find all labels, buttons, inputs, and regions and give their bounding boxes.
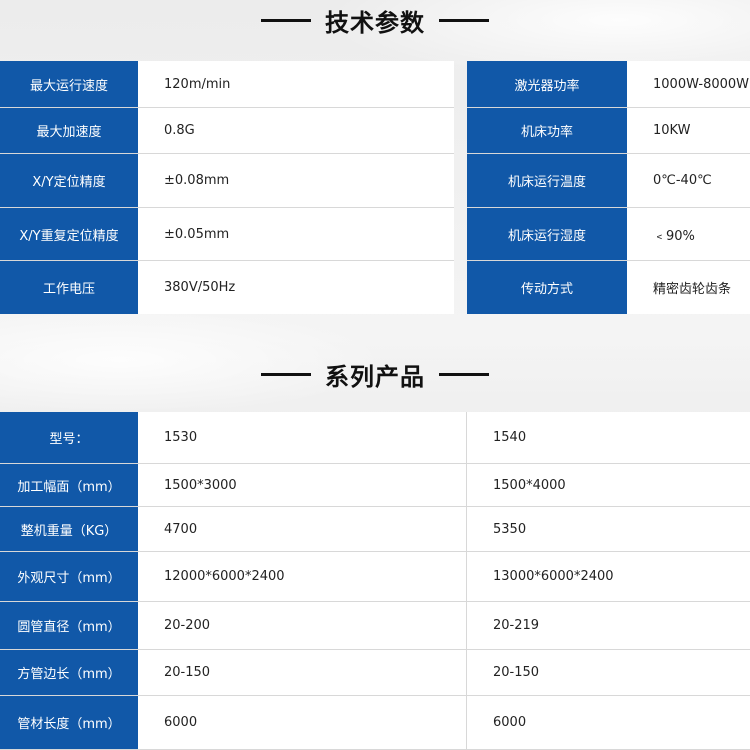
table-cell: 20-219 — [493, 618, 540, 633]
series-title: 系列产品 — [325, 362, 425, 391]
row-label: 整机重量（KG） — [0, 507, 138, 551]
spec-label: 最大加速度 — [0, 108, 138, 153]
title-rule-right — [439, 18, 489, 22]
spec-value: 0.8G — [164, 123, 195, 138]
table-row: 管材长度（mm） 6000 6000 — [0, 696, 750, 750]
spec-row: X/Y重复定位精度 ±0.05mm — [0, 208, 454, 261]
spec-label: 最大运行速度 — [0, 61, 138, 107]
table-cell: 5350 — [493, 521, 527, 537]
spec-row: X/Y定位精度 ±0.08mm — [0, 154, 454, 208]
spec-label: X/Y重复定位精度 — [0, 208, 138, 260]
series-table: 型号： 1530 1540 加工幅面（mm） 1500*3000 1500*40… — [0, 412, 750, 750]
spec-row: 最大运行速度 120m/min — [0, 61, 454, 108]
section-title-series: 系列产品 — [0, 354, 750, 394]
spec-row: 传动方式 精密齿轮齿条 — [467, 261, 750, 314]
spec-row: 机床运行温度 0℃-40℃ — [467, 154, 750, 208]
spec-value: 0℃-40℃ — [653, 173, 712, 188]
row-label: 外观尺寸（mm） — [0, 552, 138, 601]
spec-value: 精密齿轮齿条 — [653, 282, 732, 297]
spec-row: 最大加速度 0.8G — [0, 108, 454, 154]
table-cell: 20-150 — [493, 665, 540, 680]
table-row: 圆管直径（mm） 20-200 20-219 — [0, 602, 750, 650]
spec-row: 激光器功率 1000W-8000W — [467, 61, 750, 108]
table-row: 加工幅面（mm） 1500*3000 1500*4000 — [0, 464, 750, 507]
table-row: 外观尺寸（mm） 12000*6000*2400 13000*6000*2400 — [0, 552, 750, 602]
spec-label: 机床运行温度 — [467, 154, 627, 207]
spec-label: 传动方式 — [467, 261, 627, 314]
row-label: 加工幅面（mm） — [0, 464, 138, 506]
table-row: 整机重量（KG） 4700 5350 — [0, 507, 750, 552]
table-cell: 1500*3000 — [138, 464, 467, 506]
table-cell: 13000*6000*2400 — [493, 569, 614, 584]
spec-row: 机床功率 10KW — [467, 108, 750, 154]
spec-label: 机床功率 — [467, 108, 627, 153]
section-title-tech-params: 技术参数 — [0, 0, 750, 40]
spec-value: 380V/50Hz — [164, 280, 236, 295]
row-label: 管材长度（mm） — [0, 696, 138, 749]
spec-value: 120m/min — [164, 76, 231, 92]
table-cell: 1530 — [138, 412, 467, 463]
table-row: 型号： 1530 1540 — [0, 412, 750, 464]
title-rule-left — [261, 372, 311, 376]
spec-value: ±0.05mm — [164, 226, 230, 242]
row-label: 方管边长（mm） — [0, 650, 138, 695]
title-rule-right — [439, 372, 489, 376]
spec-value: ﹤90% — [653, 228, 695, 244]
row-label: 圆管直径（mm） — [0, 602, 138, 649]
spec-value: ±0.08mm — [164, 173, 230, 188]
spec-label: 工作电压 — [0, 261, 138, 314]
table-cell: 20-150 — [138, 650, 467, 695]
table-cell: 1540 — [493, 430, 527, 445]
table-cell: 12000*6000*2400 — [138, 552, 467, 601]
spec-label: 激光器功率 — [467, 61, 627, 107]
tech-params-table-right: 激光器功率 1000W-8000W 机床功率 10KW 机床运行温度 0℃-40… — [467, 61, 750, 314]
spec-label: X/Y定位精度 — [0, 154, 138, 207]
table-cell: 6000 — [138, 696, 467, 749]
spec-value: 1000W-8000W — [653, 76, 750, 92]
spec-row: 机床运行湿度 ﹤90% — [467, 208, 750, 261]
table-row: 方管边长（mm） 20-150 20-150 — [0, 650, 750, 696]
table-cell: 6000 — [493, 715, 527, 730]
tech-params-title: 技术参数 — [325, 8, 425, 37]
table-cell: 20-200 — [138, 602, 467, 649]
table-cell: 4700 — [138, 507, 467, 551]
tech-params-table-left: 最大运行速度 120m/min 最大加速度 0.8G X/Y定位精度 ±0.08… — [0, 61, 454, 314]
spec-label: 机床运行湿度 — [467, 208, 627, 260]
row-label: 型号： — [0, 412, 138, 463]
table-cell: 1500*4000 — [493, 477, 566, 493]
title-rule-left — [261, 18, 311, 22]
spec-row: 工作电压 380V/50Hz — [0, 261, 454, 314]
spec-value: 10KW — [653, 123, 691, 138]
